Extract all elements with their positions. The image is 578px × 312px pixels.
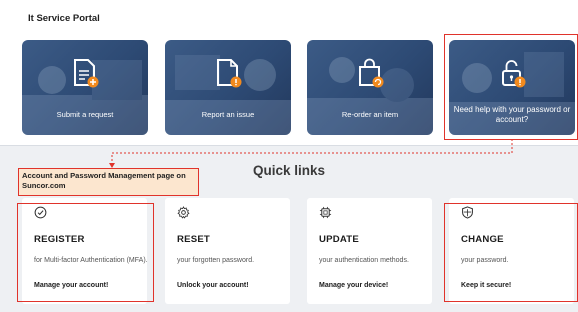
card-link[interactable]: Unlock your account!: [177, 282, 249, 289]
portal-panel: It Service Portal Submit a request Repor…: [0, 0, 578, 146]
card-link[interactable]: Manage your device!: [319, 282, 388, 289]
it-service-portal-page: It Service Portal Submit a request Repor…: [0, 0, 578, 312]
tile-submit-request[interactable]: Submit a request: [22, 40, 148, 135]
document-plus-icon: [74, 59, 99, 88]
quick-link-card-reset[interactable]: RESET your forgotten password. Unlock yo…: [165, 198, 290, 304]
gear-icon: [177, 206, 190, 219]
check-circle-icon: [34, 206, 47, 219]
card-description: your password.: [461, 257, 509, 264]
quick-link-card-register[interactable]: REGISTER for Multi-factor Authentication…: [22, 198, 148, 304]
portal-title: It Service Portal: [28, 13, 100, 24]
tile-label: Need help with your password or account?: [453, 105, 571, 124]
tile-label: Report an issue: [201, 109, 255, 119]
card-title: RESET: [177, 234, 210, 245]
tile-password-help[interactable]: Need help with your password or account?: [449, 40, 575, 135]
card-link[interactable]: Keep it secure!: [461, 282, 511, 289]
card-title: UPDATE: [319, 234, 359, 245]
tile-label: Submit a request: [56, 109, 114, 119]
card-title: REGISTER: [34, 234, 85, 245]
card-title: CHANGE: [461, 234, 504, 245]
quick-link-card-change[interactable]: CHANGE your password. Keep it secure!: [449, 198, 574, 304]
chip-icon: [319, 206, 332, 219]
tile-report-issue[interactable]: Report an issue: [165, 40, 291, 135]
callout-account-password-page: Account and Password Management page on …: [18, 168, 199, 196]
tile-reorder-item[interactable]: Re-order an item: [307, 40, 433, 135]
unlock-alert-icon: [502, 60, 526, 88]
card-description: your authentication methods.: [319, 257, 409, 264]
shopping-bag-refresh-icon: [359, 58, 384, 88]
document-alert-icon: [217, 59, 242, 88]
tile-label: Re-order an item: [341, 109, 399, 119]
card-description: your forgotten password.: [177, 257, 255, 264]
shield-icon: [462, 206, 473, 219]
card-description: for Multi-factor Authentication (MFA).: [34, 257, 148, 264]
quick-link-card-update[interactable]: UPDATE your authentication methods. Mana…: [307, 198, 432, 304]
card-link[interactable]: Manage your account!: [34, 282, 108, 289]
